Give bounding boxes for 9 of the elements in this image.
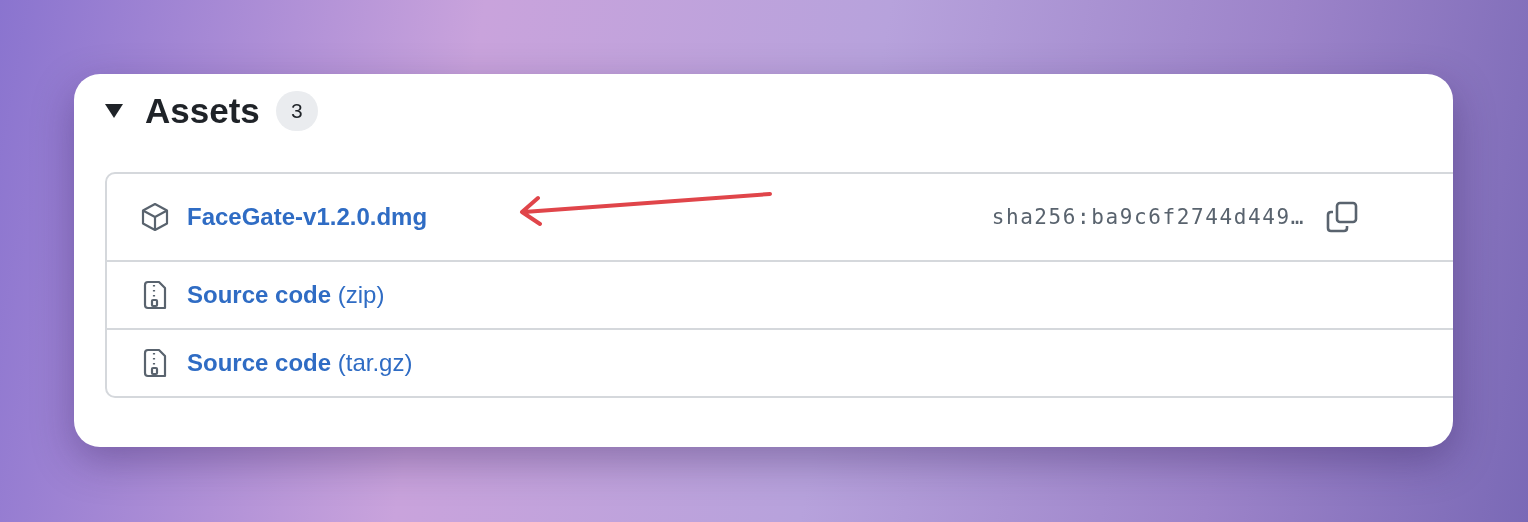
count-badge: 3 xyxy=(275,91,318,131)
checksum-text: sha256:ba9c6f2744d449… xyxy=(991,205,1305,229)
package-icon xyxy=(139,201,171,233)
asset-link[interactable]: Source code (tar.gz) xyxy=(187,349,413,377)
section-title: Assets xyxy=(145,91,260,131)
copy-icon[interactable] xyxy=(1325,200,1359,234)
collapse-caret-icon[interactable] xyxy=(105,103,123,119)
asset-link[interactable]: Source code (zip) xyxy=(187,281,385,309)
asset-link[interactable]: FaceGate-v1.2.0.dmg xyxy=(187,203,428,231)
